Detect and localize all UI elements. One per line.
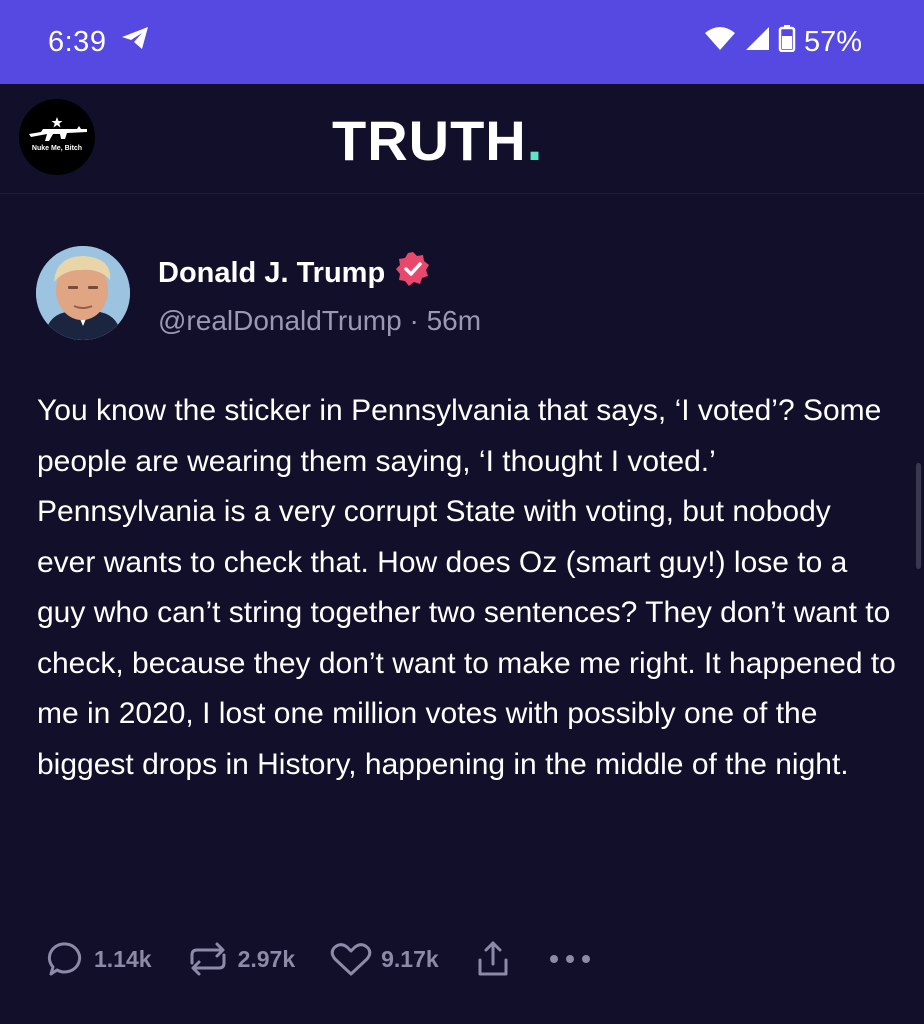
profile-avatar-button[interactable]: Nuke Me, Bitch <box>19 99 95 175</box>
verified-badge-icon <box>395 251 431 295</box>
post-body: You know the sticker in Pennsylvania tha… <box>37 394 896 781</box>
status-bar: 6:39 57% <box>0 0 924 84</box>
like-button[interactable]: 9.17k <box>329 939 439 979</box>
share-button[interactable] <box>473 938 513 980</box>
reply-count: 1.14k <box>94 945 152 972</box>
share-icon <box>473 938 513 980</box>
post-actions: 1.14k 2.97k 9.17k <box>46 936 627 982</box>
author-photo <box>36 246 130 340</box>
retruth-button[interactable]: 2.97k <box>186 939 296 979</box>
retruth-icon <box>186 939 230 979</box>
status-time: 6:39 <box>48 25 107 58</box>
author-avatar[interactable] <box>36 246 130 340</box>
scrollbar-thumb[interactable] <box>916 463 921 569</box>
more-options-button[interactable] <box>547 949 593 969</box>
author-name-text: Donald J. Trump <box>158 256 386 289</box>
battery-icon <box>778 24 796 60</box>
like-count: 9.17k <box>381 945 439 972</box>
reply-button[interactable]: 1.14k <box>46 939 152 979</box>
retruth-count: 2.97k <box>237 945 296 972</box>
logo-dot: . <box>526 109 544 172</box>
truth-logo: TRUTH. <box>332 108 543 172</box>
handle-separator: · <box>409 305 419 336</box>
reply-icon <box>46 939 86 979</box>
author-handle[interactable]: @realDonaldTrump <box>158 305 402 336</box>
author-name[interactable]: Donald J. Trump <box>158 251 431 295</box>
signal-icon <box>744 25 770 59</box>
post-timestamp[interactable]: 56m <box>427 305 481 336</box>
status-right: 57% <box>704 24 862 60</box>
logo-text: TRUTH <box>332 109 527 172</box>
author-handle-line: @realDonaldTrump · 56m <box>158 305 481 337</box>
status-left: 6:39 <box>48 25 150 59</box>
battery-percent: 57% <box>803 25 862 58</box>
avatar-caption: Nuke Me, Bitch <box>31 145 83 152</box>
more-icon <box>547 949 593 969</box>
rifle-icon <box>29 117 87 141</box>
wifi-icon <box>704 25 736 59</box>
telegram-icon <box>120 25 150 59</box>
heart-icon <box>329 939 373 979</box>
